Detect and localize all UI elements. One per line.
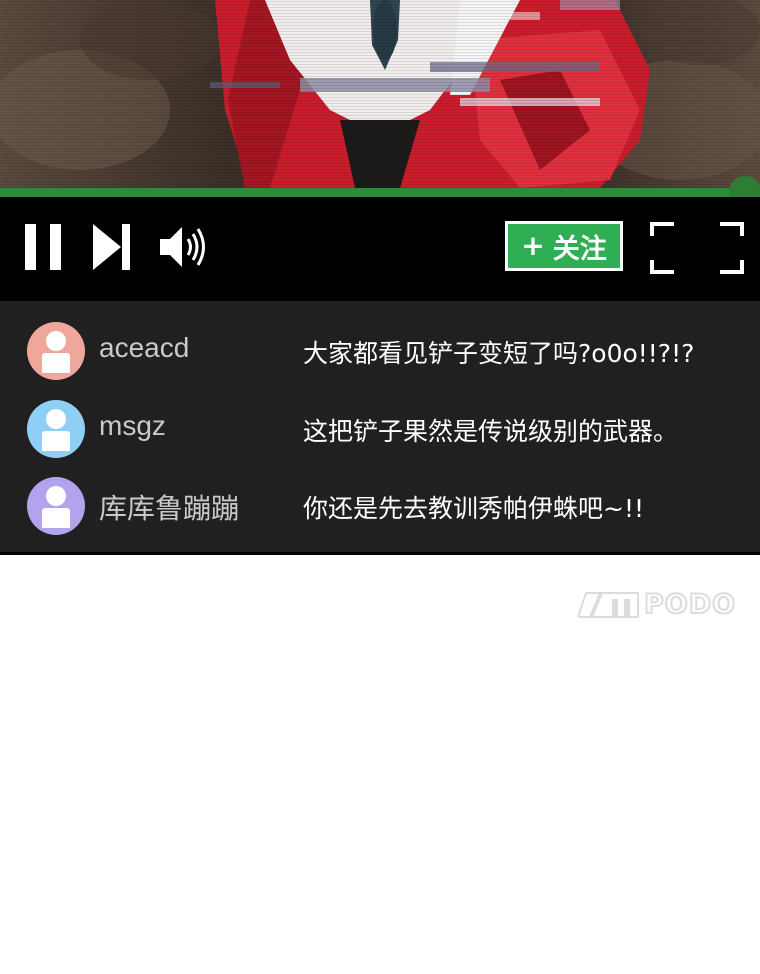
control-bar: + 关注 — [0, 197, 760, 301]
avatar[interactable] — [27, 477, 85, 535]
comment-message: 这把铲子果然是传说级别的武器。 — [303, 417, 679, 446]
comment-row: aceacd 大家都看见铲子变短了吗?o0o!!?!? — [0, 315, 760, 387]
comment-username[interactable]: msgz — [99, 410, 166, 442]
video-frame[interactable] — [0, 0, 760, 197]
pause-icon[interactable] — [25, 224, 63, 270]
avatar[interactable] — [27, 322, 85, 380]
comment-row: msgz 这把铲子果然是传说级别的武器。 — [0, 393, 760, 465]
video-artwork — [0, 0, 760, 197]
comment-row: 库库鲁蹦蹦 你还是先去教训秀帕伊蛛吧~!! — [0, 470, 760, 542]
follow-button[interactable]: + 关注 — [505, 221, 623, 271]
comments-panel: aceacd 大家都看见铲子变短了吗?o0o!!?!? msgz 这把铲子果然是… — [0, 301, 760, 555]
watermark-text: PODO — [643, 588, 737, 621]
comment-username[interactable]: 库库鲁蹦蹦 — [99, 487, 239, 527]
comment-message: 你还是先去教训秀帕伊蛛吧~!! — [303, 494, 644, 523]
podo-watermark: PODO — [578, 588, 737, 621]
skip-next-icon[interactable] — [93, 224, 131, 270]
fullscreen-icon[interactable] — [650, 222, 744, 274]
progress-fill — [0, 188, 745, 197]
avatar[interactable] — [27, 400, 85, 458]
plus-icon: + — [521, 229, 545, 262]
follow-label: 关注 — [552, 233, 607, 265]
podo-logo-icon — [578, 591, 639, 618]
volume-icon[interactable] — [160, 223, 208, 271]
comment-username[interactable]: aceacd — [99, 332, 189, 364]
comment-message: 大家都看见铲子变短了吗?o0o!!?!? — [303, 339, 695, 368]
